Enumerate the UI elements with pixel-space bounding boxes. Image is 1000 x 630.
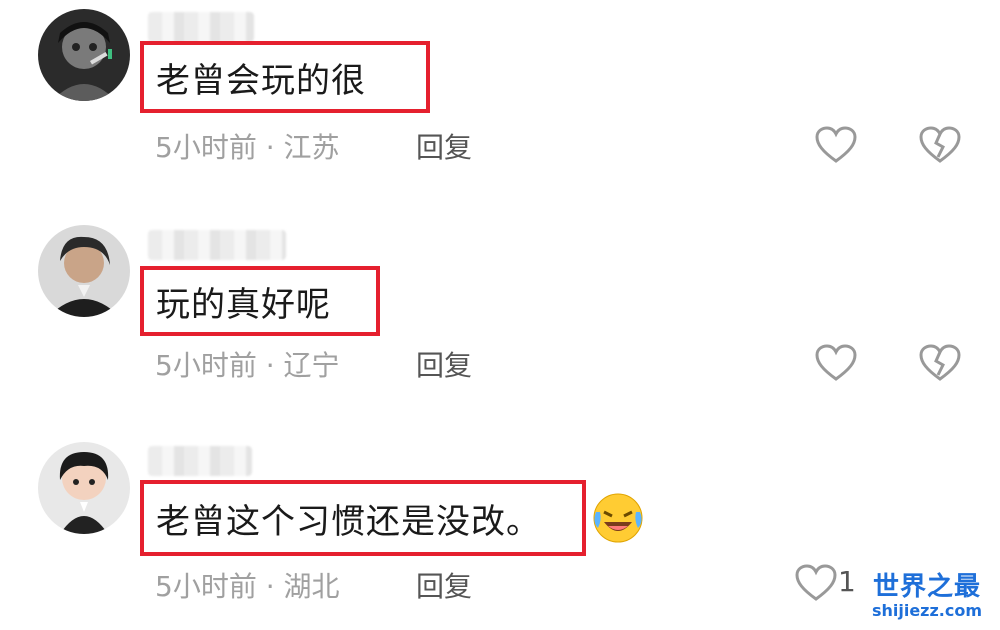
laughing-crying-emoji-icon (593, 493, 643, 543)
reply-button[interactable]: 回复 (416, 344, 472, 384)
username-blurred[interactable] (148, 230, 286, 260)
comment-item: 老曾会玩的很 5小时前 · 江苏 回复 (0, 0, 1000, 200)
comment-text: 老曾这个习惯还是没改。 (156, 501, 541, 542)
watermark-url: shijiezz.com (871, 601, 983, 620)
watermark-title: 世界之最 (872, 572, 981, 602)
comment-item: 玩的真好呢 5小时前 · 辽宁 回复 (0, 215, 1000, 415)
user-avatar[interactable] (38, 225, 130, 317)
like-count: 1 (838, 565, 856, 598)
user-avatar-icon (38, 225, 130, 317)
reply-button[interactable]: 回复 (416, 126, 472, 166)
comment-text: 老曾会玩的很 (156, 60, 366, 101)
comment-highlight-box: 老曾这个习惯还是没改。 (140, 480, 586, 556)
comment-text: 玩的真好呢 (156, 284, 331, 325)
comment-highlight-box: 老曾会玩的很 (140, 41, 430, 113)
username-blurred[interactable] (148, 446, 252, 476)
comment-meta: 5小时前 · 湖北 (155, 570, 340, 603)
user-avatar-icon (38, 9, 130, 101)
like-heart-icon[interactable] (814, 125, 858, 165)
comment-highlight-box: 玩的真好呢 (140, 266, 380, 336)
dislike-broken-heart-icon[interactable] (918, 125, 962, 165)
like-heart-icon[interactable] (814, 343, 858, 383)
like-heart-icon[interactable] (794, 563, 838, 603)
user-avatar-icon (38, 442, 130, 534)
username-blurred[interactable] (148, 12, 254, 42)
comment-meta: 5小时前 · 江苏 (155, 131, 340, 164)
reply-button[interactable]: 回复 (416, 565, 472, 605)
user-avatar[interactable] (38, 442, 130, 534)
comment-item: 老曾这个习惯还是没改。 5小时前 · 湖北 回复 1 (0, 432, 1000, 630)
user-avatar[interactable] (38, 9, 130, 101)
comment-meta: 5小时前 · 辽宁 (155, 349, 340, 382)
site-watermark: 世界之最 shijiezz.com (862, 572, 992, 620)
dislike-broken-heart-icon[interactable] (918, 343, 962, 383)
